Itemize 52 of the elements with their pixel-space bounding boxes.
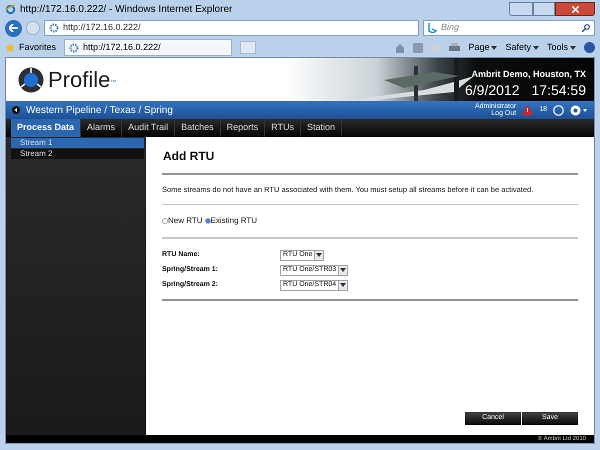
nav-tab[interactable]: Batches	[175, 119, 221, 137]
caret-icon	[532, 46, 539, 50]
close-icon	[572, 6, 578, 12]
time-text: 17:54:59	[532, 82, 586, 99]
nav-tab[interactable]: Process Data	[11, 119, 82, 137]
search-box[interactable]: Bing	[423, 20, 595, 36]
favorites-button[interactable]: Favorites	[19, 40, 56, 54]
close-button[interactable]	[555, 2, 595, 16]
caret-icon	[340, 268, 346, 272]
home-icon[interactable]	[395, 42, 406, 52]
site-name: Ambrit Demo, Houston, TX	[472, 68, 586, 81]
back-circle-icon[interactable]	[12, 106, 20, 114]
radio-button[interactable]	[162, 218, 168, 224]
new-tab-button[interactable]	[240, 41, 256, 54]
minimize-button[interactable]	[509, 2, 533, 16]
search-field[interactable]: Bing	[441, 21, 578, 35]
logo-icon	[18, 66, 44, 92]
caret-icon	[316, 253, 322, 258]
date-text: 6/9/2012	[465, 82, 520, 99]
warning-icon[interactable]	[522, 105, 534, 115]
back-arrow-icon	[9, 24, 18, 32]
nav-tab[interactable]: Station	[300, 119, 342, 137]
caret-icon	[340, 283, 346, 288]
page-heading: Add RTU	[163, 148, 216, 165]
window-title: http://172.16.0.222/ - Windows Internet Explorer	[20, 2, 232, 16]
maximize-button[interactable]	[533, 2, 555, 16]
sidebar-item[interactable]: Stream 1	[11, 138, 144, 148]
sidebar-item[interactable]: Stream 2	[11, 149, 144, 159]
page-gear-icon	[49, 23, 59, 33]
search-icon	[582, 24, 590, 32]
search-engine-icon	[428, 23, 437, 33]
command-menu[interactable]: Page	[468, 40, 498, 54]
radio-button[interactable]	[204, 218, 211, 224]
caret-icon	[491, 46, 498, 50]
logo-text: Profile$^{™}$	[48, 68, 116, 90]
browser-logo-icon	[5, 4, 16, 14]
address-field[interactable]: http://172.16.0.222/	[44, 20, 419, 36]
page-gear-icon	[69, 42, 80, 52]
nav-tab[interactable]: RTUs	[265, 119, 301, 137]
browser-tab[interactable]: http://172.16.0.222/	[64, 39, 232, 56]
radio-label: Existing RTU	[210, 215, 258, 228]
nav-tab[interactable]: Reports	[220, 119, 266, 137]
command-menu[interactable]: Tools	[546, 40, 576, 54]
caret-icon	[570, 46, 576, 50]
back-button[interactable]	[5, 20, 22, 36]
star-icon	[5, 42, 15, 52]
breadcrumb: Western Pipeline / Texas / Spring	[26, 104, 173, 118]
gear-icon[interactable]	[570, 104, 588, 116]
command-menu[interactable]: Safety	[505, 40, 539, 54]
forward-button[interactable]	[26, 21, 40, 35]
printer-icon[interactable]	[449, 43, 460, 52]
radio-label: New RTU	[168, 215, 203, 228]
